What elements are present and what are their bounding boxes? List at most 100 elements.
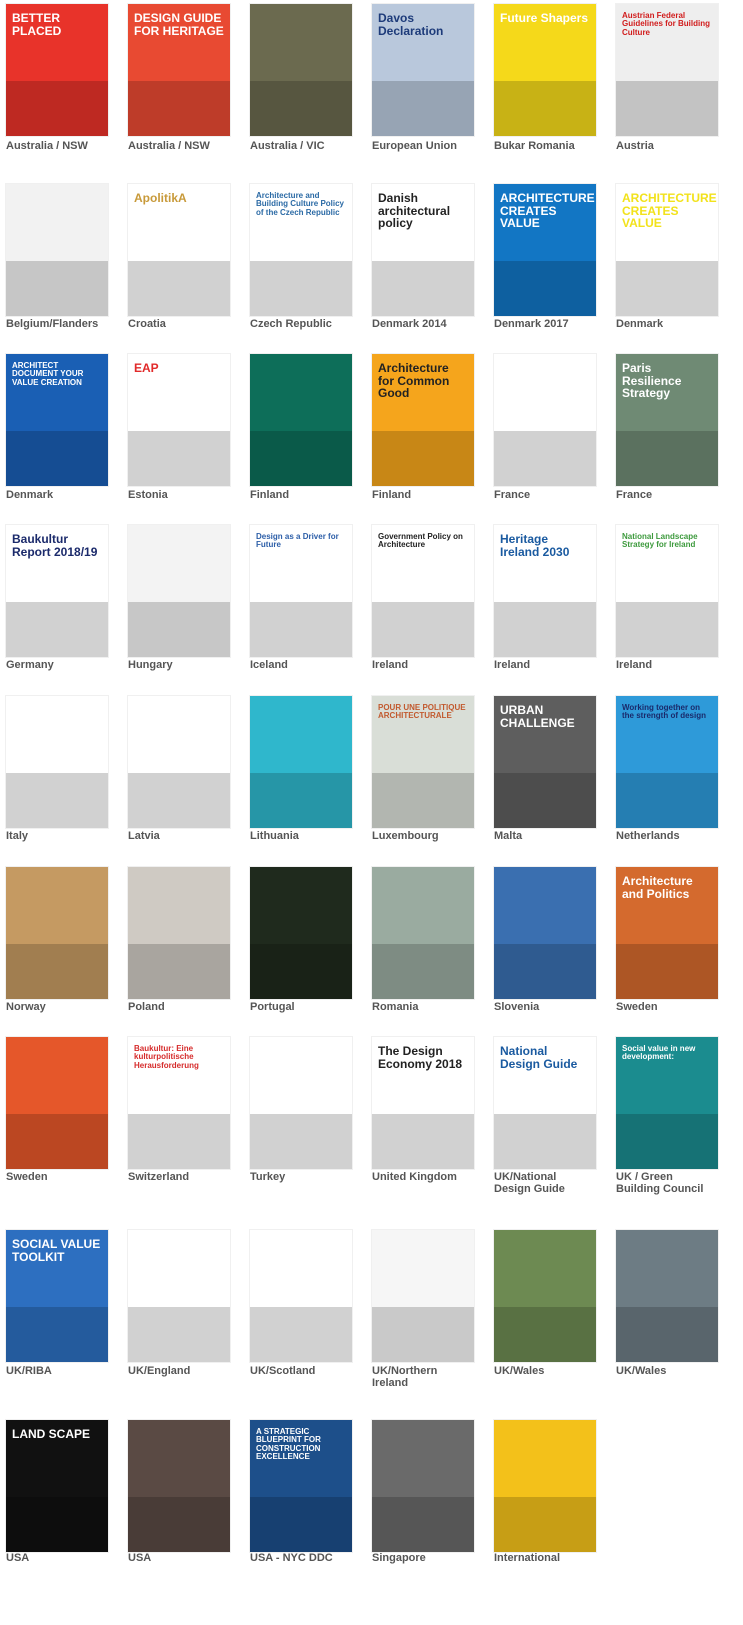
publication-cover[interactable]: ARCHITECT DOCUMENT YOUR VALUE CREATION <box>6 354 108 486</box>
publication-cover[interactable] <box>128 867 230 999</box>
publication-cover[interactable] <box>6 696 108 828</box>
publication-cover[interactable]: ApolitikA <box>128 184 230 316</box>
country-label[interactable]: Hungary <box>128 659 246 671</box>
publication-cover[interactable] <box>6 184 108 316</box>
country-label[interactable]: Finland <box>372 489 490 501</box>
country-label[interactable]: Turkey <box>250 1171 368 1183</box>
country-label[interactable]: Netherlands <box>616 830 734 842</box>
publication-cover[interactable] <box>372 867 474 999</box>
country-label[interactable]: Romania <box>372 1001 490 1013</box>
country-label[interactable]: Portugal <box>250 1001 368 1013</box>
publication-cover[interactable]: Future Shapers <box>494 4 596 136</box>
country-label[interactable]: Germany <box>6 659 124 671</box>
country-label[interactable]: Slovenia <box>494 1001 612 1013</box>
publication-cover[interactable]: A STRATEGIC BLUEPRINT FOR CONSTRUCTION E… <box>250 1420 352 1552</box>
publication-cover[interactable]: Heritage Ireland 2030 <box>494 525 596 657</box>
publication-cover[interactable]: Architecture and Politics <box>616 867 718 999</box>
publication-cover[interactable] <box>128 696 230 828</box>
country-label[interactable]: Switzerland <box>128 1171 246 1183</box>
country-label[interactable]: UK/National Design Guide <box>494 1171 612 1195</box>
publication-cover[interactable] <box>250 354 352 486</box>
country-label[interactable]: Estonia <box>128 489 246 501</box>
country-label[interactable]: UK/England <box>128 1365 246 1377</box>
country-label[interactable]: France <box>616 489 734 501</box>
country-label[interactable]: Czech Republic <box>250 318 368 330</box>
country-label[interactable]: Ireland <box>494 659 612 671</box>
publication-cover[interactable]: ARCHITECTURE CREATES VALUE <box>494 184 596 316</box>
publication-cover[interactable]: Paris Resilience Strategy <box>616 354 718 486</box>
country-label[interactable]: UK/Northern Ireland <box>372 1365 490 1389</box>
country-label[interactable]: Latvia <box>128 830 246 842</box>
country-label[interactable]: Denmark <box>616 318 734 330</box>
country-label[interactable]: Singapore <box>372 1552 490 1564</box>
publication-cover[interactable] <box>494 1420 596 1552</box>
publication-cover[interactable]: Austrian Federal Guidelines for Building… <box>616 4 718 136</box>
country-label[interactable]: Denmark <box>6 489 124 501</box>
country-label[interactable]: UK/RIBA <box>6 1365 124 1377</box>
publication-cover[interactable] <box>6 867 108 999</box>
country-label[interactable]: Australia / NSW <box>128 140 246 152</box>
publication-cover[interactable]: Danish architectural policy <box>372 184 474 316</box>
country-label[interactable]: Austria <box>616 140 734 152</box>
country-label[interactable]: Finland <box>250 489 368 501</box>
publication-cover[interactable] <box>250 4 352 136</box>
publication-cover[interactable]: LAND SCAPE <box>6 1420 108 1552</box>
country-label[interactable]: Denmark 2014 <box>372 318 490 330</box>
publication-cover[interactable] <box>250 1037 352 1169</box>
country-label[interactable]: USA <box>128 1552 246 1564</box>
country-label[interactable]: USA <box>6 1552 124 1564</box>
publication-cover[interactable] <box>372 1230 474 1362</box>
publication-cover[interactable]: SOCIAL VALUE TOOLKIT <box>6 1230 108 1362</box>
publication-cover[interactable] <box>372 1420 474 1552</box>
country-label[interactable]: United Kingdom <box>372 1171 490 1183</box>
publication-cover[interactable]: Government Policy on Architecture <box>372 525 474 657</box>
country-label[interactable]: Malta <box>494 830 612 842</box>
country-label[interactable]: Sweden <box>6 1171 124 1183</box>
publication-cover[interactable] <box>6 1037 108 1169</box>
publication-cover[interactable]: Davos Declaration <box>372 4 474 136</box>
publication-cover[interactable]: URBAN CHALLENGE <box>494 696 596 828</box>
country-label[interactable]: Luxembourg <box>372 830 490 842</box>
country-label[interactable]: Iceland <box>250 659 368 671</box>
publication-cover[interactable] <box>128 1230 230 1362</box>
publication-cover[interactable]: EAP <box>128 354 230 486</box>
publication-cover[interactable]: The Design Economy 2018 <box>372 1037 474 1169</box>
country-label[interactable]: Australia / NSW <box>6 140 124 152</box>
country-label[interactable]: Bukar Romania <box>494 140 612 152</box>
publication-cover[interactable]: ARCHITECTURE CREATES VALUE <box>616 184 718 316</box>
publication-cover[interactable] <box>494 867 596 999</box>
country-label[interactable]: Denmark 2017 <box>494 318 612 330</box>
publication-cover[interactable]: DESIGN GUIDE FOR HERITAGE <box>128 4 230 136</box>
publication-cover[interactable]: Architecture for Common Good <box>372 354 474 486</box>
country-label[interactable]: Sweden <box>616 1001 734 1013</box>
publication-cover[interactable] <box>250 867 352 999</box>
country-label[interactable]: European Union <box>372 140 490 152</box>
publication-cover[interactable]: BETTER PLACED <box>6 4 108 136</box>
publication-cover[interactable]: Social value in new development: <box>616 1037 718 1169</box>
country-label[interactable]: Italy <box>6 830 124 842</box>
country-label[interactable]: Ireland <box>372 659 490 671</box>
publication-cover[interactable]: National Design Guide <box>494 1037 596 1169</box>
country-label[interactable]: France <box>494 489 612 501</box>
country-label[interactable]: UK / Green Building Council <box>616 1171 734 1195</box>
publication-cover[interactable] <box>128 1420 230 1552</box>
publication-cover[interactable] <box>616 1230 718 1362</box>
country-label[interactable]: Croatia <box>128 318 246 330</box>
publication-cover[interactable] <box>494 1230 596 1362</box>
publication-cover[interactable] <box>250 1230 352 1362</box>
country-label[interactable]: Belgium/Flanders <box>6 318 124 330</box>
country-label[interactable]: International <box>494 1552 612 1564</box>
country-label[interactable]: Ireland <box>616 659 734 671</box>
publication-cover[interactable]: Architecture and Building Culture Policy… <box>250 184 352 316</box>
country-label[interactable]: Poland <box>128 1001 246 1013</box>
publication-cover[interactable] <box>250 696 352 828</box>
publication-cover[interactable]: Baukultur Report 2018/19 <box>6 525 108 657</box>
publication-cover[interactable]: Design as a Driver for Future <box>250 525 352 657</box>
country-label[interactable]: UK/Wales <box>494 1365 612 1377</box>
country-label[interactable]: Norway <box>6 1001 124 1013</box>
publication-cover[interactable]: Working together on the strength of desi… <box>616 696 718 828</box>
publication-cover[interactable] <box>494 354 596 486</box>
publication-cover[interactable]: Baukultur: Eine kulturpolitische Herausf… <box>128 1037 230 1169</box>
country-label[interactable]: UK/Wales <box>616 1365 734 1377</box>
publication-cover[interactable]: POUR UNE POLITIQUE ARCHITECTURALE <box>372 696 474 828</box>
